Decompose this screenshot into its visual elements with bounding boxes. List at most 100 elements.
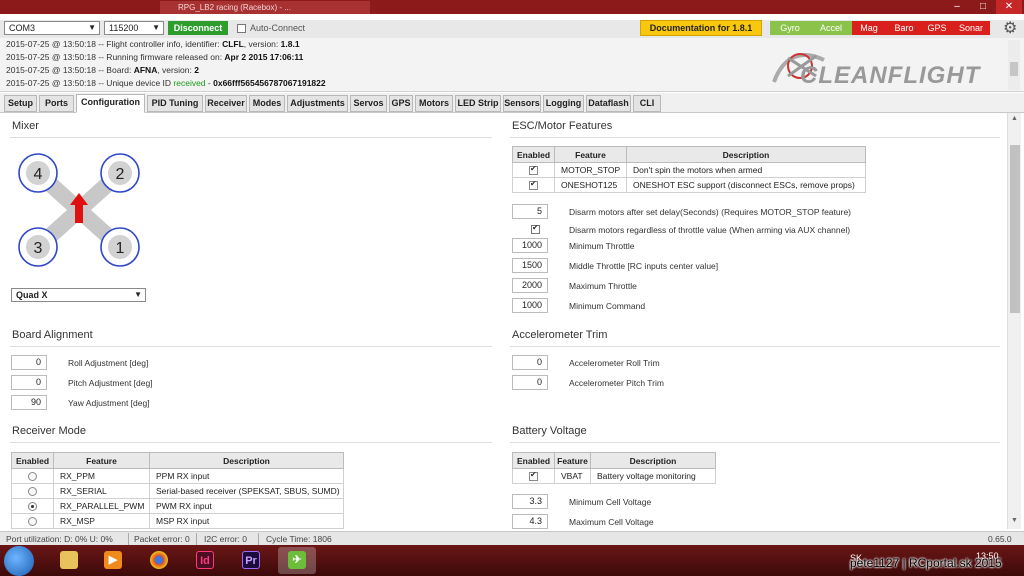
feature-radio[interactable] [28, 517, 37, 527]
throttle-input[interactable]: 1000 [512, 238, 548, 253]
log-status: received [173, 78, 206, 88]
alignment-input[interactable]: 0 [11, 355, 47, 370]
feature-checkbox[interactable] [529, 179, 538, 191]
log-text: - [205, 78, 214, 88]
feature-radio[interactable] [28, 472, 37, 482]
log-text: 2015-07-25 @ 13:50:18 -- Unique device I… [6, 78, 174, 88]
windows-start-icon[interactable] [4, 546, 34, 576]
tab-modes[interactable]: Modes [249, 95, 285, 112]
tab-led-strip[interactable]: LED Strip [455, 95, 501, 112]
description-cell: Battery voltage monitoring [590, 468, 716, 484]
motor-1-label: 1 [116, 240, 125, 257]
tab-ports[interactable]: Ports [39, 95, 74, 112]
sensor-sonar: Sonar [952, 21, 990, 35]
alignment-input[interactable]: 0 [11, 375, 47, 390]
feature-radio[interactable] [28, 502, 37, 512]
app-version: 0.65.0 [988, 534, 1012, 544]
disconnect-button[interactable]: Disconnect [168, 21, 228, 35]
col-description: Description [626, 146, 866, 163]
tab-gps[interactable]: GPS [389, 95, 413, 112]
tab-setup[interactable]: Setup [4, 95, 37, 112]
tab-servos[interactable]: Servos [350, 95, 387, 112]
receiver-mode-table: Enabled Feature Description RX_PPM PPM RX… [11, 452, 344, 529]
minimize-button[interactable]: – [944, 0, 970, 14]
divider [510, 346, 1000, 347]
mixer-select[interactable]: Quad X ▼ [11, 288, 146, 302]
scroll-up-icon[interactable]: ▲ [1011, 115, 1018, 122]
tab-dataflash[interactable]: Dataflash [586, 95, 631, 112]
acc-trim-input[interactable]: 0 [512, 375, 548, 390]
log-text: 2015-07-25 @ 13:50:18 -- Board: [6, 65, 134, 75]
mixer-value: Quad X [16, 290, 48, 300]
divider [128, 533, 129, 545]
description-cell: ONESHOT ESC support (disconnect ESCs, re… [626, 177, 866, 193]
col-feature: Feature [554, 452, 591, 469]
chevron-down-icon: ▼ [88, 23, 96, 32]
esc-title: ESC/Motor Features [512, 120, 613, 132]
tab-sensors[interactable]: Sensors [503, 95, 541, 112]
acc-trim-label: Accelerometer Roll Trim [569, 358, 660, 368]
port-select[interactable]: COM3 ▼ [4, 21, 100, 35]
disarm-throttle-label: Disarm motors regardless of throttle val… [569, 225, 851, 235]
cell-voltage-input[interactable]: 3.3 [512, 494, 548, 509]
table-row: RX_MSP MSP RX input [11, 513, 344, 529]
close-button[interactable]: ✕ [996, 0, 1022, 14]
throttle-label: Maximum Throttle [569, 281, 637, 291]
table-row: RX_SERIAL Serial-based receiver (SPEKSAT,… [11, 483, 344, 499]
log-scrollbar[interactable] [1008, 40, 1020, 90]
motor-2-label: 2 [116, 166, 125, 183]
throttle-input[interactable]: 1500 [512, 258, 548, 273]
throttle-input[interactable]: 2000 [512, 278, 548, 293]
log-text: , version: [157, 65, 195, 75]
folder-icon [60, 551, 78, 569]
log-value: Apr 2 2015 17:06:11 [224, 52, 304, 62]
throttle-input[interactable]: 1000 [512, 298, 548, 313]
tab-receiver[interactable]: Receiver [205, 95, 247, 112]
scroll-down-icon[interactable]: ▼ [1011, 517, 1018, 524]
chrome-icon [150, 551, 168, 569]
feature-checkbox[interactable] [529, 470, 538, 482]
throttle-label: Minimum Throttle [569, 241, 635, 251]
content-scrollbar[interactable]: ▲ ▼ [1007, 113, 1021, 529]
maximize-button[interactable]: □ [970, 0, 996, 14]
gear-icon[interactable]: ⚙ [1003, 18, 1017, 38]
disarm-delay-input[interactable]: 5 [512, 204, 548, 219]
tab-adjustments[interactable]: Adjustments [287, 95, 348, 112]
chrome-taskbar-button[interactable] [140, 547, 178, 574]
feature-radio[interactable] [28, 487, 37, 497]
log-scroll-thumb[interactable] [1010, 62, 1018, 76]
baud-select[interactable]: 115200 ▼ [104, 21, 164, 35]
tab-motors[interactable]: Motors [415, 95, 453, 112]
tab-logging[interactable]: Logging [543, 95, 584, 112]
enabled-cell [11, 468, 54, 484]
premiere-taskbar-button[interactable]: Pr [232, 547, 270, 574]
explorer-taskbar-button[interactable] [50, 547, 88, 574]
log-text: , version: [243, 39, 281, 49]
content-scroll-thumb[interactable] [1010, 145, 1020, 313]
chevron-down-icon: ▼ [152, 23, 160, 32]
chevron-down-icon: ▼ [134, 290, 142, 299]
auto-connect-checkbox[interactable] [237, 24, 246, 33]
feature-checkbox[interactable] [529, 164, 538, 176]
col-enabled: Enabled [512, 146, 555, 163]
browser-tab[interactable]: RPG_LB2 racing (Racebox) - ... [160, 1, 370, 14]
feature-cell: RX_MSP [53, 513, 150, 529]
tab-cli[interactable]: CLI [633, 95, 661, 112]
feature-cell: RX_PPM [53, 468, 150, 484]
divider [196, 533, 197, 545]
log-line: 2015-07-25 @ 13:50:18 -- Flight controll… [6, 39, 300, 49]
cell-voltage-input[interactable]: 4.3 [512, 514, 548, 529]
media-player-taskbar-button[interactable]: ▶ [94, 547, 132, 574]
indesign-taskbar-button[interactable]: Id [186, 547, 224, 574]
acc-trim-input[interactable]: 0 [512, 355, 548, 370]
cell-voltage-label: Minimum Cell Voltage [569, 497, 652, 507]
feature-cell: RX_PARALLEL_PWM [53, 498, 150, 514]
tab-pid-tuning[interactable]: PID Tuning [147, 95, 203, 112]
status-bar: Port utilization: D: 0% U: 0% Packet err… [0, 531, 1024, 545]
documentation-button[interactable]: Documentation for 1.8.1 [640, 20, 762, 36]
disarm-throttle-checkbox[interactable] [531, 223, 540, 234]
cleanflight-taskbar-button[interactable]: ✈ [278, 547, 316, 574]
tab-configuration[interactable]: Configuration [76, 94, 145, 113]
alignment-input[interactable]: 90 [11, 395, 47, 410]
enabled-cell [512, 177, 555, 193]
